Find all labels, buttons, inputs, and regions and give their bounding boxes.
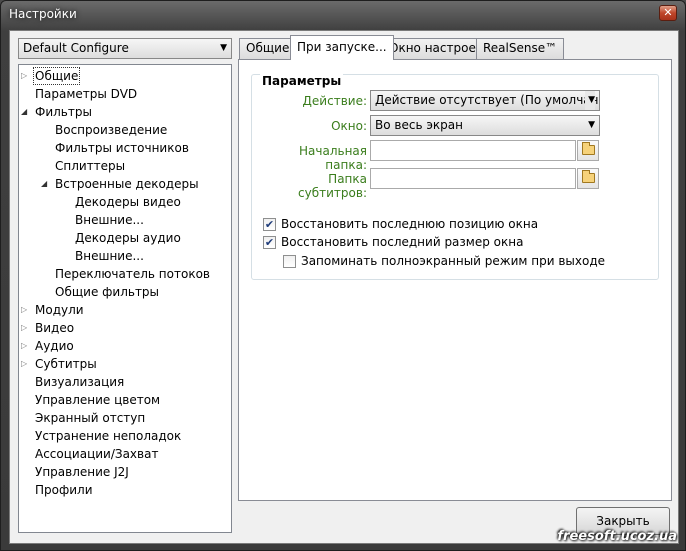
- tree-item-audio-decoders[interactable]: Декодеры аудио: [73, 229, 183, 247]
- checkmark-icon[interactable]: ✔: [263, 218, 276, 231]
- chevron-down-icon: ▼: [585, 91, 595, 110]
- tree-item-associations[interactable]: Ассоциации/Захват: [33, 445, 160, 463]
- tree-item-external-video[interactable]: Внешние...: [73, 211, 146, 229]
- tree-item-dvd[interactable]: Параметры DVD: [33, 85, 139, 103]
- tree-item-j2j[interactable]: Управление J2J: [33, 463, 131, 481]
- subtitle-folder-input[interactable]: [370, 168, 576, 189]
- expand-icon[interactable]: ▷: [21, 301, 27, 319]
- window-mode-dropdown[interactable]: Во весь экран ▼: [370, 115, 600, 136]
- action-dropdown[interactable]: Действие отсутствует (По умолчанию) ▼: [370, 90, 600, 111]
- tab-realsense[interactable]: RealSense™: [476, 38, 565, 59]
- tab-settings-window[interactable]: Окно настроек: [382, 38, 491, 59]
- tree-item-common-filters[interactable]: Общие фильтры: [53, 283, 161, 301]
- expand-icon[interactable]: ▷: [21, 355, 27, 373]
- tree-item-color-management[interactable]: Управление цветом: [33, 391, 162, 409]
- tree-item-builtin-decoders[interactable]: Встроенные декодеры: [53, 175, 201, 193]
- window-close-icon[interactable]: ✕: [659, 5, 677, 21]
- action-dropdown-value: Действие отсутствует (По умолчанию): [375, 93, 600, 107]
- dialog-client-area: Default Configure ▼ ▷ Общие Параметры DV…: [9, 30, 679, 544]
- profile-dropdown-value: Default Configure: [23, 41, 129, 55]
- action-label: Действие:: [302, 94, 367, 108]
- expand-icon[interactable]: ▷: [21, 337, 27, 355]
- tree-item-troubleshooting[interactable]: Устранение неполадок: [33, 427, 183, 445]
- tree-item-screen-margin[interactable]: Экранный отступ: [33, 409, 147, 427]
- collapse-icon[interactable]: ◢: [41, 175, 47, 193]
- tree-item-playback[interactable]: Воспроизведение: [53, 121, 169, 139]
- parameters-group: Параметры Действие: Действие отсутствует…: [251, 74, 659, 280]
- remember-fullscreen-label: Запоминать полноэкранный режим при выход…: [301, 254, 606, 268]
- tree-item-stream-switcher[interactable]: Переключатель потоков: [53, 265, 212, 283]
- tab-general[interactable]: Общие: [239, 38, 297, 59]
- restore-position-label: Восстановить последнюю позицию окна: [281, 217, 539, 231]
- tree-item-visualization[interactable]: Визуализация: [33, 373, 126, 391]
- folder-open-icon: [582, 170, 595, 183]
- window-mode-value: Во весь экран: [375, 118, 463, 132]
- tree-item-modules[interactable]: Модули: [33, 301, 86, 319]
- settings-window: Настройки ✕ Default Configure ▼ ▷ Общие …: [0, 0, 686, 551]
- tree-item-subtitles[interactable]: Субтитры: [33, 355, 99, 373]
- parameters-group-title: Параметры: [260, 74, 344, 88]
- unchecked-box[interactable]: [283, 255, 296, 268]
- tree-item-profiles[interactable]: Профили: [33, 481, 95, 499]
- start-folder-browse-button[interactable]: [577, 140, 599, 161]
- restore-size-label: Восстановить последний размер окна: [281, 235, 524, 249]
- tree-item-source-filters[interactable]: Фильтры источников: [53, 139, 191, 157]
- subtitle-folder-browse-button[interactable]: [577, 168, 599, 189]
- collapse-icon[interactable]: ◢: [21, 103, 27, 121]
- chevron-down-icon: ▼: [220, 43, 227, 53]
- tree-item-audio[interactable]: Аудио: [33, 337, 76, 355]
- start-folder-label: Начальная папка:: [299, 144, 367, 172]
- window-title: Настройки: [9, 7, 77, 21]
- tab-on-startup[interactable]: При запуске...: [290, 35, 394, 60]
- chevron-down-icon: ▼: [588, 120, 595, 130]
- watermark-text: freesoft.ucoz.ua: [557, 529, 677, 544]
- expand-icon[interactable]: ▷: [21, 67, 27, 85]
- tree-item-video[interactable]: Видео: [33, 319, 76, 337]
- expand-icon[interactable]: ▷: [21, 319, 27, 337]
- tree-item-external-audio[interactable]: Внешние...: [73, 247, 146, 265]
- tree-item-splitters[interactable]: Сплиттеры: [53, 157, 127, 175]
- profile-dropdown[interactable]: Default Configure ▼: [18, 38, 232, 59]
- settings-tree[interactable]: ▷ Общие Параметры DVD ◢ Фильтры Воспроиз…: [18, 64, 232, 533]
- folder-open-icon: [582, 142, 595, 155]
- tree-item-filters[interactable]: Фильтры: [33, 103, 94, 121]
- start-folder-input[interactable]: [370, 140, 576, 161]
- title-bar[interactable]: Настройки ✕: [1, 1, 685, 27]
- window-mode-label: Окно:: [331, 119, 367, 133]
- subtitle-folder-label: Папка субтитров:: [298, 172, 367, 200]
- tree-item-general[interactable]: Общие: [33, 67, 81, 85]
- tab-panel: Параметры Действие: Действие отсутствует…: [238, 59, 672, 501]
- checkmark-icon[interactable]: ✔: [263, 236, 276, 249]
- tree-item-video-decoders[interactable]: Декодеры видео: [73, 193, 183, 211]
